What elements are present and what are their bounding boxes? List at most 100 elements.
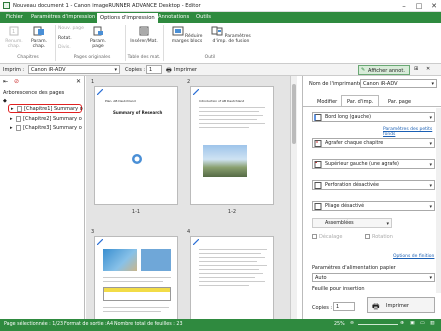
- fit-page-icon[interactable]: ▣: [410, 321, 415, 326]
- renum-chap-button[interactable]: 1 Renum. chap.: [4, 26, 24, 49]
- options-finition-link[interactable]: Options de finition: [393, 254, 434, 259]
- expand-icon[interactable]: ▸: [10, 116, 13, 122]
- rotat-button[interactable]: Rotat.: [58, 36, 72, 41]
- tab-fichier[interactable]: Fichier: [3, 12, 26, 23]
- afficher-annot-button[interactable]: ✎ Afficher annot.: [358, 65, 410, 75]
- group-label: Chapitres: [17, 55, 39, 60]
- fit-width-icon[interactable]: ▭: [420, 321, 425, 326]
- printer-select[interactable]: Canon iR-ADV ▾: [28, 65, 120, 74]
- window-title: Nouveau document 1 - Canon imageRUNNER A…: [13, 3, 201, 9]
- param-page-button[interactable]: Param. page: [86, 26, 110, 49]
- tab-par-imp[interactable]: Par. d'imp.: [341, 95, 379, 106]
- close-button[interactable]: ✕: [427, 0, 441, 12]
- chevron-down-icon: ▾: [429, 275, 432, 281]
- agrafe-position-select[interactable]: Supérieur gauche (une agrafe) ▾: [312, 159, 435, 169]
- tab-annotations[interactable]: Annotations: [155, 12, 192, 23]
- scrollbar-thumb[interactable]: [292, 84, 296, 144]
- copies-label: Copies :: [312, 305, 333, 311]
- tree-item-chapitre3[interactable]: ▸ [Chapitre3] Summary o: [8, 124, 82, 133]
- agrafer-select[interactable]: Agrafer chaque chapitre ▾: [312, 138, 435, 148]
- table-contents-icon: [139, 26, 149, 36]
- document-icon: [16, 125, 21, 131]
- minimize-button[interactable]: –: [397, 0, 411, 12]
- imprimer-button[interactable]: 🖶 Imprimer: [367, 297, 435, 313]
- chevron-down-icon: ▾: [429, 204, 432, 210]
- zoom-in-icon[interactable]: ⊕: [400, 321, 404, 326]
- renumber-icon: 1: [9, 26, 19, 36]
- perforation-select[interactable]: Perforation désactivée ▾: [312, 180, 435, 190]
- chapter-settings-icon: [33, 26, 44, 36]
- copies-input[interactable]: 1: [146, 65, 162, 74]
- expand-icon[interactable]: ▸: [10, 125, 13, 131]
- two-page-icon[interactable]: ▥: [430, 321, 435, 326]
- binding-icon: [314, 114, 322, 121]
- alimentation-select[interactable]: Auto ▾: [312, 273, 435, 282]
- tab-parametres-impression[interactable]: Paramètres d'impression: [28, 12, 98, 23]
- page-number: 4: [187, 229, 191, 235]
- output-format-status: Format de sortie :A4: [64, 322, 113, 327]
- feuilles-insertion-label: Feuille pour insertion: [312, 286, 365, 292]
- page-thumbnail-4[interactable]: [190, 236, 274, 319]
- zoom-out-icon[interactable]: ⊖: [350, 321, 354, 326]
- close-pane-icon[interactable]: ✕: [76, 78, 81, 85]
- page-number: 1: [91, 79, 95, 85]
- page-thumbnail-2[interactable]: Introduction of AB Deutchland: [190, 86, 274, 205]
- chevron-down-icon: ▾: [114, 67, 117, 73]
- inserer-mat-button[interactable]: Insérer/Mat.: [130, 26, 158, 44]
- document-icon: [16, 116, 21, 122]
- page-number: 3: [91, 229, 95, 235]
- page-thumbnail-1[interactable]: Plan. AB Deutchland Summary of Research: [94, 86, 178, 205]
- photo-image: [141, 249, 171, 271]
- delete-icon[interactable]: ⊘: [14, 78, 19, 85]
- tab-outils[interactable]: Outils: [193, 12, 214, 23]
- expand-icon[interactable]: ▸: [11, 106, 14, 112]
- decalage-checkbox[interactable]: Décalage: [312, 234, 342, 240]
- title-bar: Nouveau document 1 - Canon imageRUNNER A…: [0, 0, 441, 12]
- ribbon-tabs: Fichier Paramètres d'impression Options …: [0, 12, 441, 23]
- photo-image: [103, 249, 137, 271]
- printer-name-label: Nom de l'imprimante :: [309, 81, 366, 87]
- fusion-button[interactable]: Paramètres d'imp. de fusion: [210, 26, 252, 44]
- tree-item-chapitre2[interactable]: ▸ [Chapitre2] Summary o: [8, 115, 82, 124]
- copies-input[interactable]: 1: [333, 302, 355, 311]
- separator: [55, 25, 56, 61]
- petits-fonds-link[interactable]: Paramètres des petits fonds: [383, 127, 441, 137]
- nouv-page-button[interactable]: Nouv. page: [58, 26, 84, 31]
- group-label: Table des mat.: [127, 55, 161, 60]
- pen-icon: [193, 89, 199, 95]
- copies-label: Copies :: [125, 67, 146, 73]
- document-icon: [17, 106, 22, 112]
- collapse-icon[interactable]: ⇤: [3, 78, 8, 85]
- staple-corner-icon: [314, 161, 322, 168]
- alimentation-label: Paramètres d'alimentation papier: [312, 265, 396, 271]
- divis-button[interactable]: Divis.: [58, 45, 71, 50]
- reliure-select[interactable]: Bord long (gauche) ▾: [312, 112, 435, 122]
- group-label: Outil: [204, 55, 216, 60]
- printer-name-select[interactable]: Canon iR-ADV ▾: [360, 79, 437, 88]
- pliage-select[interactable]: Pliage désactivé ▾: [312, 201, 435, 211]
- ribbon: 1 Renum. chap. Param. chap. Nouv. page R…: [0, 23, 441, 64]
- vertical-scrollbar[interactable]: [290, 76, 297, 319]
- settings-scrollbar[interactable]: [436, 108, 441, 293]
- maximize-button[interactable]: □: [412, 0, 426, 12]
- param-chap-button[interactable]: Param. chap.: [28, 26, 50, 49]
- close-panel-icon[interactable]: ✕: [426, 66, 430, 72]
- pen-icon: [97, 89, 103, 95]
- tab-par-page[interactable]: Par. page: [388, 99, 411, 105]
- punch-icon: [314, 182, 322, 189]
- pin-icon[interactable]: ⊞: [414, 66, 418, 72]
- zoom-slider[interactable]: [358, 324, 398, 325]
- assemblees-select[interactable]: Assemblées ▾: [312, 218, 392, 228]
- tree-item-chapitre1[interactable]: ▸ [Chapitre1] Summary o: [8, 104, 83, 113]
- rotation-checkbox[interactable]: Rotation: [365, 234, 393, 240]
- chevron-down-icon: ▾: [429, 115, 432, 121]
- tab-modifier[interactable]: Modifier: [317, 99, 337, 105]
- page-preview-area[interactable]: 1 2 3 4 Plan. AB Deutchland Summary of R…: [86, 76, 297, 319]
- printer-icon: 🖶: [166, 67, 172, 74]
- zoom-level: 25%: [334, 322, 345, 327]
- page-thumbnail-3[interactable]: [94, 236, 178, 319]
- logo-icon: [132, 154, 142, 164]
- imprimer-button[interactable]: 🖶 Imprimer: [166, 65, 204, 74]
- tab-options-impression[interactable]: Options d'impression: [96, 12, 159, 23]
- reduire-marges-button[interactable]: Réduire marges blocs: [168, 26, 206, 44]
